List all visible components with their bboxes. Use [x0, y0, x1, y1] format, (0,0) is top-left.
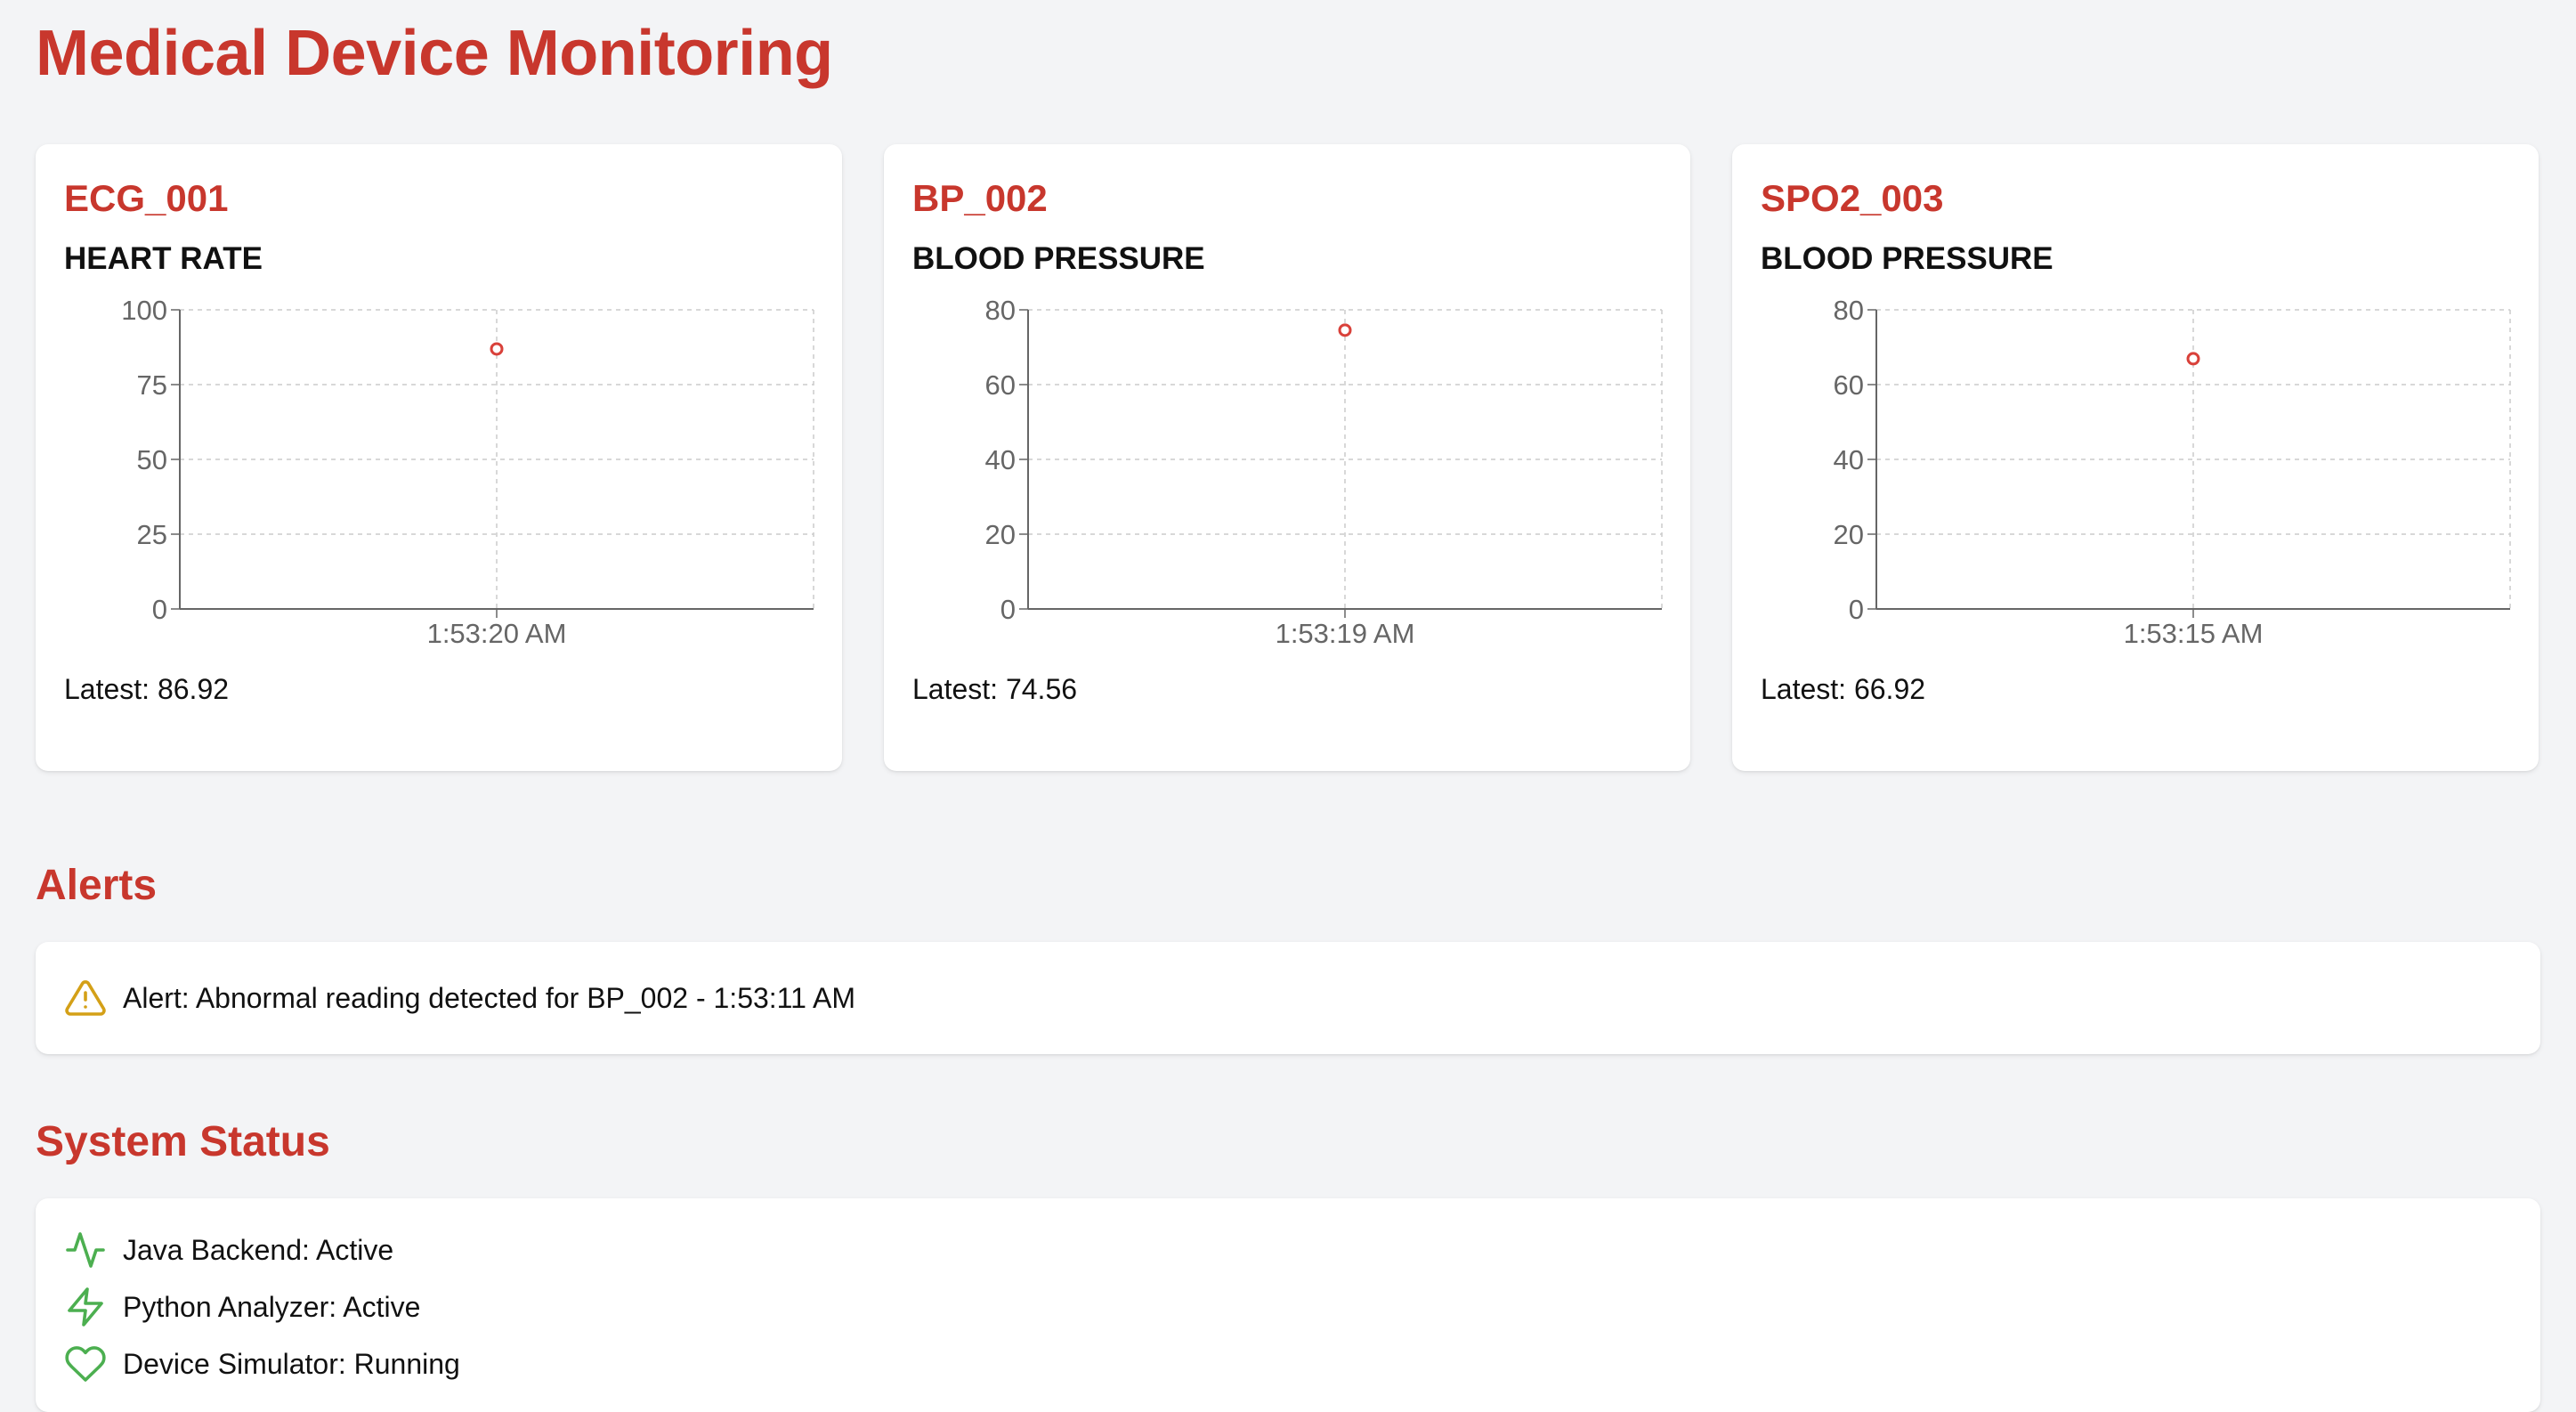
- lightning-icon: [64, 1286, 107, 1328]
- system-status-heading: System Status: [36, 1118, 330, 1165]
- data-point: [1338, 323, 1352, 337]
- y-tick-label: 25: [137, 519, 167, 550]
- status-text: Device Simulator: Running: [123, 1348, 460, 1380]
- device-metric-label: BLOOD PRESSURE: [1761, 241, 2054, 276]
- latest-reading: Latest: 74.56: [912, 673, 1078, 705]
- device-metric-label: HEART RATE: [64, 241, 263, 276]
- device-id: ECG_001: [64, 177, 229, 219]
- status-item: Java Backend: Active: [64, 1229, 393, 1271]
- system-status-panel: Java Backend: Active Python Analyzer: Ac…: [36, 1198, 2540, 1412]
- page-title: Medical Device Monitoring: [36, 18, 833, 89]
- x-tick-label: 1:53:15 AM: [2124, 618, 2264, 649]
- activity-icon: [64, 1229, 107, 1271]
- device-card-bp: BP_002 BLOOD PRESSURE 0 20 40 60 80 1:53:19 A…: [884, 144, 1690, 771]
- y-tick-label: 80: [985, 295, 1016, 326]
- device-id: SPO2_003: [1761, 177, 1944, 219]
- device-metric-label: BLOOD PRESSURE: [912, 241, 1205, 276]
- status-text: Python Analyzer: Active: [123, 1291, 421, 1323]
- status-item: Python Analyzer: Active: [64, 1286, 420, 1328]
- x-tick-label: 1:53:19 AM: [1276, 618, 1415, 649]
- heart-icon: [64, 1343, 107, 1385]
- latest-reading: Latest: 86.92: [64, 673, 230, 705]
- y-tick-label: 20: [1834, 519, 1864, 550]
- y-tick-label: 60: [1834, 369, 1864, 401]
- dashboard-page: Medical Device Monitoring ECG_001 HEART …: [0, 0, 2576, 1412]
- data-point: [2186, 352, 2200, 366]
- status-item: Device Simulator: Running: [64, 1343, 460, 1385]
- device-card-ecg: ECG_001 HEART RATE 0 25 50 75 100 1:53:20 AM …: [36, 144, 842, 771]
- y-tick-label: 60: [985, 369, 1016, 401]
- y-tick-label: 100: [121, 295, 167, 326]
- alerts-heading: Alerts: [36, 862, 158, 909]
- device-chart: 0 20 40 60 80 1:53:15 AM: [1834, 295, 2511, 649]
- device-card-spo2: SPO2_003 BLOOD PRESSURE 0 20 40 60 80 1:53:15…: [1732, 144, 2539, 771]
- alert-text: Alert: Abnormal reading detected for BP_…: [123, 982, 856, 1014]
- device-id: BP_002: [912, 177, 1048, 219]
- y-tick-label: 75: [137, 369, 167, 401]
- y-tick-label: 80: [1834, 295, 1864, 326]
- data-point: [490, 342, 504, 356]
- device-chart: 0 20 40 60 80 1:53:19 AM: [985, 295, 1663, 649]
- y-tick-label: 40: [985, 444, 1016, 475]
- alert-item: Alert: Abnormal reading detected for BP_…: [64, 977, 855, 1019]
- y-tick-label: 0: [1849, 594, 1864, 625]
- device-chart: 0 25 50 75 100 1:53:20 AM: [121, 295, 814, 649]
- y-tick-label: 50: [137, 444, 167, 475]
- y-tick-label: 0: [152, 594, 167, 625]
- warning-icon: [64, 977, 107, 1019]
- status-text: Java Backend: Active: [123, 1234, 394, 1266]
- alerts-panel: Alert: Abnormal reading detected for BP_…: [36, 942, 2540, 1054]
- x-tick-label: 1:53:20 AM: [427, 618, 567, 649]
- y-tick-label: 0: [1000, 594, 1016, 625]
- latest-reading: Latest: 66.92: [1761, 673, 1926, 705]
- y-tick-label: 20: [985, 519, 1016, 550]
- y-tick-label: 40: [1834, 444, 1864, 475]
